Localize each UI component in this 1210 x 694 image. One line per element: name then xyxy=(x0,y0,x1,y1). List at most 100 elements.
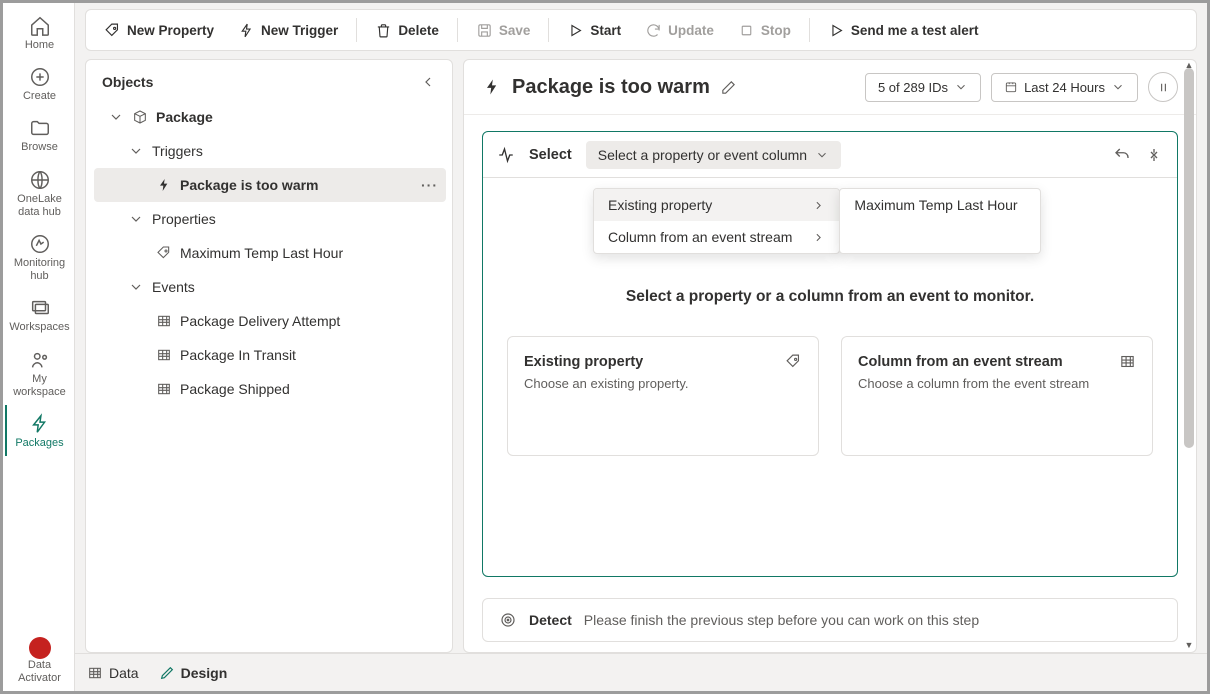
delete-label: Delete xyxy=(398,23,439,38)
chevron-right-icon xyxy=(812,199,825,212)
tree-item-event[interactable]: Package Delivery Attempt xyxy=(94,304,446,338)
flyout-item-existing[interactable]: Existing property xyxy=(594,189,839,221)
table-icon xyxy=(156,381,172,397)
rail-label: Data Activator xyxy=(7,659,73,685)
tag-icon xyxy=(156,245,172,261)
chevron-down-icon xyxy=(128,279,144,295)
pause-icon xyxy=(1156,80,1171,95)
flyout-label: Maximum Temp Last Hour xyxy=(854,197,1017,213)
chevron-down-icon xyxy=(108,109,124,125)
tree-label: Triggers xyxy=(152,143,203,159)
tree-label: Events xyxy=(152,279,195,295)
card-column-event-stream[interactable]: Column from an event stream Choose a col… xyxy=(841,336,1153,456)
chevron-down-icon xyxy=(128,211,144,227)
tree-section-events[interactable]: Events xyxy=(94,270,446,304)
more-icon[interactable]: ··· xyxy=(421,177,438,193)
footer-label: Data xyxy=(109,665,139,681)
edit-icon[interactable] xyxy=(720,79,737,96)
play-outline-icon xyxy=(828,22,845,39)
send-test-button[interactable]: Send me a test alert xyxy=(818,16,989,45)
left-nav-rail: Home Create Browse OneLake data hub Moni… xyxy=(3,3,75,691)
rail-label: Create xyxy=(23,90,56,103)
footer-tab-design[interactable]: Design xyxy=(159,665,228,681)
tree-item-event[interactable]: Package In Transit xyxy=(94,338,446,372)
monitor-icon xyxy=(29,233,51,255)
compress-icon[interactable] xyxy=(1145,146,1163,164)
bolt-icon xyxy=(29,413,51,435)
flyout-panel-left: Existing property Column from an event s… xyxy=(593,188,840,254)
detect-label: Detect xyxy=(529,612,572,628)
rail-workspaces[interactable]: Workspaces xyxy=(5,289,73,340)
select-flyout: Existing property Column from an event s… xyxy=(593,188,1041,254)
rail-home[interactable]: Home xyxy=(5,7,73,58)
flyout-label: Column from an event stream xyxy=(608,229,792,245)
rail-create[interactable]: Create xyxy=(5,58,73,109)
new-property-button[interactable]: New Property xyxy=(94,16,224,45)
rail-browse[interactable]: Browse xyxy=(5,109,73,160)
tree-label: Package In Transit xyxy=(180,347,296,363)
select-placeholder: Select a property or a column from an ev… xyxy=(483,288,1177,306)
card-existing-property[interactable]: Existing property Choose an existing pro… xyxy=(507,336,819,456)
rail-label: Monitoring hub xyxy=(7,257,73,283)
folder-icon xyxy=(29,117,51,139)
rail-packages[interactable]: Packages xyxy=(5,405,73,456)
start-button[interactable]: Start xyxy=(557,16,631,45)
tree-section-triggers[interactable]: Triggers xyxy=(94,134,446,168)
undo-icon[interactable] xyxy=(1113,146,1131,164)
rail-my-workspace[interactable]: My workspace xyxy=(5,341,73,405)
pen-icon xyxy=(159,665,175,681)
new-trigger-label: New Trigger xyxy=(261,23,338,38)
new-property-label: New Property xyxy=(127,23,214,38)
rail-label: Home xyxy=(25,39,54,52)
table-icon xyxy=(156,313,172,329)
select-card: Select Select a property or event column xyxy=(482,131,1178,577)
tree-item-event[interactable]: Package Shipped xyxy=(94,372,446,406)
stop-icon xyxy=(738,22,755,39)
time-selector[interactable]: Last 24 Hours xyxy=(991,73,1138,102)
footer-tab-data[interactable]: Data xyxy=(87,665,139,681)
new-trigger-button[interactable]: New Trigger xyxy=(228,16,348,45)
scrollbar[interactable]: ▲ ▼ xyxy=(1184,68,1194,642)
ids-label: 5 of 289 IDs xyxy=(878,80,948,95)
ids-selector[interactable]: 5 of 289 IDs xyxy=(865,73,981,102)
update-button: Update xyxy=(635,16,724,45)
tree-node-package[interactable]: Package xyxy=(94,100,446,134)
tree-section-properties[interactable]: Properties xyxy=(94,202,446,236)
flyout-panel-right: Maximum Temp Last Hour xyxy=(839,188,1041,254)
chevron-down-icon xyxy=(815,148,829,162)
rail-onelake[interactable]: OneLake data hub xyxy=(5,161,73,225)
stop-button: Stop xyxy=(728,16,801,45)
save-label: Save xyxy=(499,23,531,38)
tree-label: Package xyxy=(156,109,213,125)
chevron-down-icon xyxy=(954,80,968,94)
rail-data-activator[interactable]: Data Activator xyxy=(5,629,73,691)
trash-icon xyxy=(375,22,392,39)
divider xyxy=(809,18,810,42)
card-description: Choose a column from the event stream xyxy=(858,376,1136,391)
tree-label: Package Shipped xyxy=(180,381,290,397)
bolt-icon xyxy=(238,22,255,39)
rail-label: Browse xyxy=(21,141,58,154)
scroll-thumb[interactable] xyxy=(1184,68,1194,448)
tree-label: Package Delivery Attempt xyxy=(180,313,340,329)
collapse-icon[interactable] xyxy=(420,74,436,90)
detect-bar: Detect Please finish the previous step b… xyxy=(482,598,1178,642)
select-dropdown-label: Select a property or event column xyxy=(598,147,807,163)
chevron-right-icon xyxy=(812,231,825,244)
tag-icon xyxy=(104,22,121,39)
objects-panel: Objects Package Triggers Pac xyxy=(85,59,453,653)
rail-monitoring[interactable]: Monitoring hub xyxy=(5,225,73,289)
play-icon xyxy=(567,22,584,39)
toolbar: New Property New Trigger Delete Save Sta… xyxy=(85,9,1197,51)
flyout-subitem[interactable]: Maximum Temp Last Hour xyxy=(840,189,1040,221)
select-step-label: Select xyxy=(529,147,572,163)
scroll-down-icon[interactable]: ▼ xyxy=(1184,640,1194,650)
delete-button[interactable]: Delete xyxy=(365,16,449,45)
divider xyxy=(548,18,549,42)
tree-item-prop-max-temp[interactable]: Maximum Temp Last Hour xyxy=(94,236,446,270)
tree-item-trigger-too-warm[interactable]: Package is too warm ··· xyxy=(94,168,446,202)
select-dropdown[interactable]: Select a property or event column xyxy=(586,141,841,169)
plus-circle-icon xyxy=(29,66,51,88)
pause-button[interactable] xyxy=(1148,72,1178,102)
flyout-item-column[interactable]: Column from an event stream xyxy=(594,221,839,253)
